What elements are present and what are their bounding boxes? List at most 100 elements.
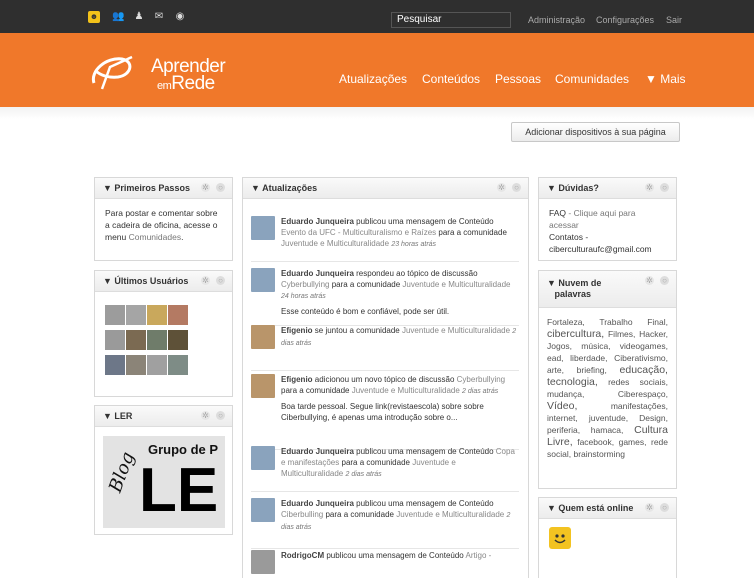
- avatar[interactable]: [126, 330, 146, 350]
- gear-icon[interactable]: ✲: [201, 411, 210, 420]
- comunidades-link[interactable]: Comunidades: [129, 232, 181, 242]
- activity-community[interactable]: Juventude e Multiculturalidade: [396, 510, 504, 519]
- tag-link[interactable]: games,: [619, 437, 647, 447]
- add-widgets-button[interactable]: Adicionar dispositivos à sua página: [511, 122, 680, 142]
- avatar[interactable]: [251, 498, 275, 522]
- activity-author[interactable]: Eduardo Junqueira: [281, 447, 354, 456]
- activity-author[interactable]: Eduardo Junqueira: [281, 217, 354, 226]
- nav-conteudos[interactable]: Conteúdos: [422, 72, 480, 86]
- avatar[interactable]: [168, 330, 188, 350]
- tag-link[interactable]: facebook,: [577, 437, 614, 447]
- activity-author[interactable]: Efigenio: [281, 326, 313, 335]
- avatar[interactable]: [147, 305, 167, 325]
- tag-link[interactable]: redes sociais,: [608, 377, 668, 387]
- avatar[interactable]: [251, 446, 275, 470]
- box-title[interactable]: ▼ Primeiros Passos: [103, 183, 190, 193]
- tag-link[interactable]: Trabalho Final,: [599, 317, 668, 327]
- admin-link[interactable]: Administração: [528, 15, 585, 25]
- search-input[interactable]: Pesquisar: [391, 12, 511, 28]
- gear-icon[interactable]: ✲: [645, 183, 654, 192]
- tag-link[interactable]: tecnologia,: [547, 376, 598, 388]
- box-title[interactable]: ▼ Nuvem de palavras: [547, 278, 601, 300]
- contact-email[interactable]: ciberculturaufc@gmail.com: [549, 244, 652, 254]
- avatar[interactable]: [105, 305, 125, 325]
- box-title[interactable]: ▼ Dúvidas?: [547, 183, 599, 193]
- tag-link[interactable]: Fortaleza,: [547, 317, 585, 327]
- avatar[interactable]: [147, 355, 167, 375]
- tag-link[interactable]: periferia,: [547, 425, 580, 435]
- close-icon[interactable]: ○: [660, 503, 669, 512]
- activity-author[interactable]: RodrigoCM: [281, 551, 324, 560]
- smiley-icon[interactable]: ☻: [88, 11, 100, 23]
- box-title[interactable]: ▼ Quem está online: [547, 503, 633, 513]
- nav-mais[interactable]: ▼ Mais: [645, 72, 686, 86]
- activity-target[interactable]: Cyberbullying: [281, 280, 329, 289]
- avatar[interactable]: [168, 305, 188, 325]
- activity-community[interactable]: Juventude e Multiculturalidade: [402, 280, 510, 289]
- tag-link[interactable]: mudança,: [547, 389, 584, 399]
- gear-icon[interactable]: ✲: [497, 183, 506, 192]
- nav-atualizacoes[interactable]: Atualizações: [339, 72, 407, 86]
- tag-link[interactable]: arte,: [547, 365, 564, 375]
- tag-link[interactable]: hamaca,: [591, 425, 624, 435]
- logo-icon[interactable]: [88, 53, 136, 91]
- avatar[interactable]: [105, 355, 125, 375]
- activity-community[interactable]: Juventude e Multiculturalidade: [402, 326, 510, 335]
- nav-pessoas[interactable]: Pessoas: [495, 72, 541, 86]
- tag-link[interactable]: ead,: [547, 353, 564, 363]
- gear-icon[interactable]: ✲: [201, 276, 210, 285]
- activity-target[interactable]: Artigo -: [466, 551, 492, 560]
- tag-link[interactable]: Ciberespaço,: [618, 389, 668, 399]
- activity-author[interactable]: Eduardo Junqueira: [281, 269, 354, 278]
- tag-link[interactable]: manifestações,: [611, 401, 668, 411]
- tag-link[interactable]: educação,: [620, 364, 668, 376]
- tag-link[interactable]: videogames,: [620, 341, 668, 351]
- box-title[interactable]: ▼ Últimos Usuários: [103, 276, 188, 286]
- gear-icon[interactable]: ✲: [645, 503, 654, 512]
- gear-icon[interactable]: ✲: [645, 276, 654, 285]
- avatar[interactable]: [126, 305, 146, 325]
- settings-link[interactable]: Configurações: [596, 15, 654, 25]
- activity-community[interactable]: Juventude e Multiculturalidade: [352, 386, 460, 395]
- tag-link[interactable]: brainstorming: [573, 449, 625, 459]
- tag-link[interactable]: internet,: [547, 413, 578, 423]
- tag-link[interactable]: briefing,: [577, 365, 607, 375]
- avatar[interactable]: [105, 330, 125, 350]
- close-icon[interactable]: ○: [216, 411, 225, 420]
- box-title[interactable]: ▼ Atualizações: [251, 183, 317, 193]
- online-user-avatar[interactable]: [549, 527, 571, 549]
- tag-link[interactable]: juventude,: [589, 413, 628, 423]
- globe-icon[interactable]: ◉: [174, 11, 186, 23]
- activity-author[interactable]: Efigenio: [281, 375, 313, 384]
- close-icon[interactable]: ○: [216, 276, 225, 285]
- avatar[interactable]: [168, 355, 188, 375]
- logout-link[interactable]: Sair: [666, 15, 682, 25]
- avatar[interactable]: [251, 216, 275, 240]
- close-icon[interactable]: ○: [660, 276, 669, 285]
- site-logo[interactable]: Aprender emRede: [151, 57, 226, 95]
- ler-banner[interactable]: Grupo de P Blog LE: [103, 436, 225, 528]
- tag-link[interactable]: cibercultura,: [547, 328, 604, 340]
- tag-link[interactable]: Hacker,: [639, 329, 668, 339]
- avatar[interactable]: [251, 268, 275, 292]
- tag-link[interactable]: Filmes,: [608, 329, 635, 339]
- avatar[interactable]: [251, 550, 275, 574]
- mail-icon[interactable]: ✉: [153, 11, 165, 23]
- friends-icon[interactable]: 👥: [112, 11, 124, 23]
- tag-link[interactable]: música,: [581, 341, 610, 351]
- avatar[interactable]: [147, 330, 167, 350]
- close-icon[interactable]: ○: [216, 183, 225, 192]
- avatar[interactable]: [251, 374, 275, 398]
- tag-link[interactable]: Jogos,: [547, 341, 572, 351]
- activity-author[interactable]: Eduardo Junqueira: [281, 499, 354, 508]
- avatar[interactable]: [126, 355, 146, 375]
- tag-link[interactable]: Design,: [639, 413, 668, 423]
- activity-target[interactable]: Evento da UFC - Multiculturalismo e Raíz…: [281, 228, 436, 237]
- activity-target[interactable]: Cyberbullying: [457, 375, 505, 384]
- close-icon[interactable]: ○: [660, 183, 669, 192]
- box-title[interactable]: ▼ LER: [103, 411, 132, 421]
- activity-target[interactable]: Ciberbulling: [281, 510, 323, 519]
- tag-link[interactable]: Vídeo,: [547, 400, 577, 412]
- nav-comunidades[interactable]: Comunidades: [555, 72, 629, 86]
- tag-link[interactable]: Ciberativismo,: [614, 353, 668, 363]
